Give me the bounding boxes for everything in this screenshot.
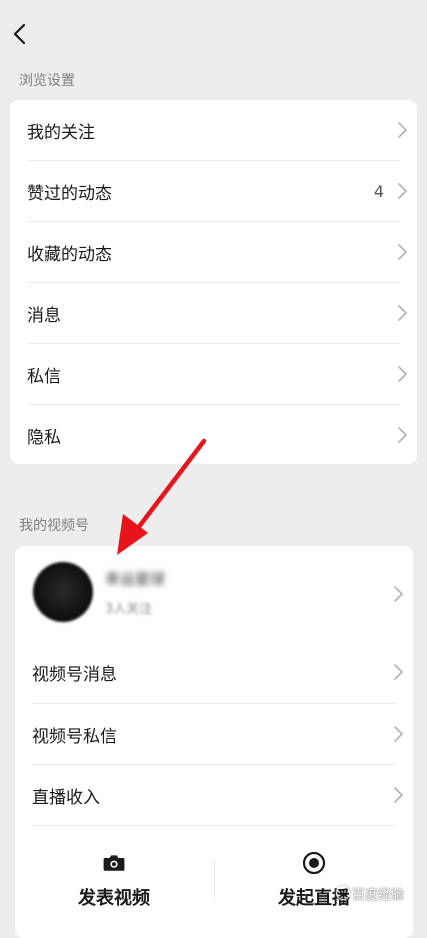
settings-item-liked-posts[interactable]: 赞过的动态 4 xyxy=(10,161,417,221)
post-video-label: 发表视频 xyxy=(78,888,150,909)
settings-item-label: 赞过的动态 xyxy=(27,183,112,204)
divider xyxy=(32,825,396,826)
chevron-right-icon xyxy=(394,586,403,602)
channel-item-label: 直播收入 xyxy=(32,787,100,808)
settings-item-direct-messages[interactable]: 私信 xyxy=(10,344,417,404)
channel-item-label: 视频号私信 xyxy=(32,726,117,747)
channel-item-label: 视频号消息 xyxy=(32,664,117,685)
camera-icon xyxy=(103,855,125,871)
channel-profile-row[interactable]: 幸运星球 3人关注 xyxy=(15,546,413,642)
settings-item-label: 消息 xyxy=(27,305,61,326)
settings-item-label: 隐私 xyxy=(27,427,61,448)
settings-item-label: 我的关注 xyxy=(27,122,95,143)
chevron-right-icon xyxy=(394,787,403,803)
chevron-right-icon xyxy=(398,427,407,443)
settings-item-label: 私信 xyxy=(27,366,61,387)
start-live-button[interactable]: 发起直播 xyxy=(215,846,413,916)
channel-item-messages[interactable]: 视频号消息 xyxy=(15,642,413,702)
liked-count-badge: 4 xyxy=(373,181,384,201)
chevron-right-icon xyxy=(398,183,407,199)
channel-item-direct-messages[interactable]: 视频号私信 xyxy=(15,704,413,764)
channel-follower-count: 3人关注 xyxy=(105,602,153,617)
chevron-left-icon xyxy=(13,23,26,45)
channel-item-live-income[interactable]: 直播收入 xyxy=(15,765,413,825)
chevron-right-icon xyxy=(398,305,407,321)
chevron-right-icon xyxy=(394,726,403,742)
watermark-text: 百度经验 xyxy=(352,888,405,903)
back-button[interactable] xyxy=(6,20,34,48)
section-title-browse-settings: 浏览设置 xyxy=(19,73,75,89)
browse-settings-card: 我的关注 赞过的动态 4 收藏的动态 消息 私信 隐私 xyxy=(10,100,417,464)
watermark: 百度经验 xyxy=(336,884,404,903)
chevron-right-icon xyxy=(398,122,407,138)
channel-name: 幸运星球 xyxy=(105,570,166,588)
post-video-button[interactable]: 发表视频 xyxy=(15,846,213,916)
chevron-right-icon xyxy=(398,244,407,260)
settings-item-privacy[interactable]: 隐私 xyxy=(10,405,417,464)
chevron-right-icon xyxy=(394,664,403,680)
avatar xyxy=(33,562,93,622)
chevron-right-icon xyxy=(398,366,407,382)
settings-item-messages[interactable]: 消息 xyxy=(10,283,417,343)
settings-item-label: 收藏的动态 xyxy=(27,244,112,265)
settings-item-following[interactable]: 我的关注 xyxy=(10,100,417,160)
my-channel-card: 幸运星球 3人关注 视频号消息 视频号私信 直播收入 发表视频 发起直播 xyxy=(15,546,413,938)
live-record-icon xyxy=(302,851,326,875)
watermark-logo-icon xyxy=(336,886,350,900)
section-title-my-channel: 我的视频号 xyxy=(19,518,89,534)
settings-item-saved-posts[interactable]: 收藏的动态 xyxy=(10,222,417,282)
